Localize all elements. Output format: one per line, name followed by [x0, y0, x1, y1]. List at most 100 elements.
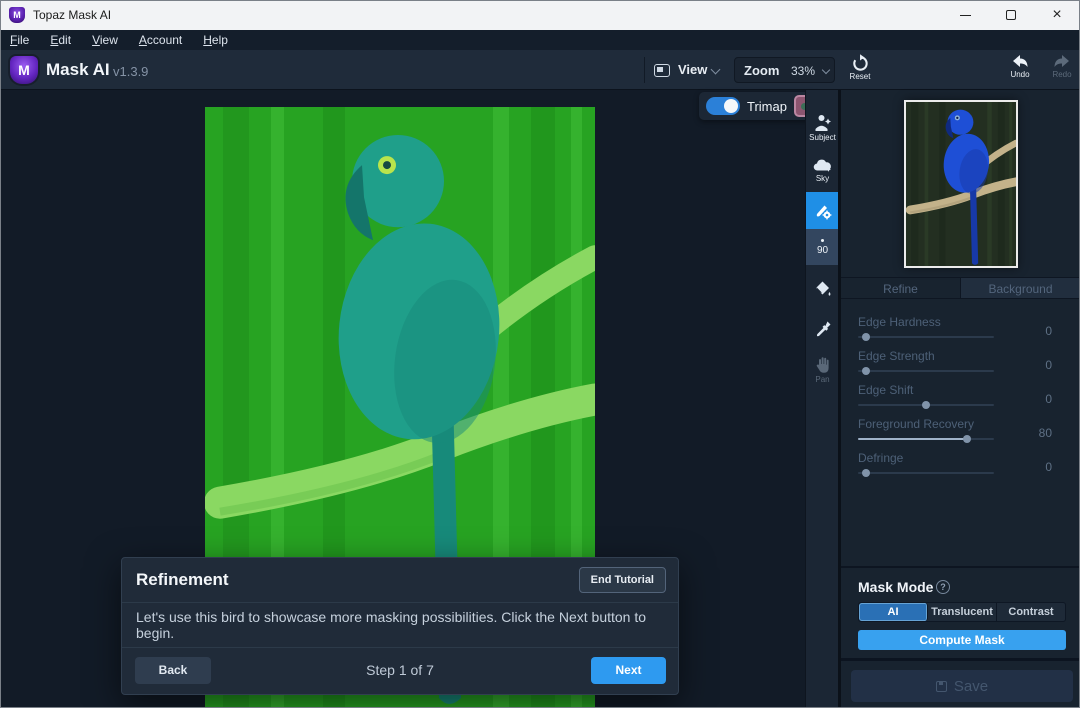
zoom-label: Zoom — [744, 63, 779, 78]
preview-thumbnail — [904, 100, 1018, 268]
sky-cloud-icon — [813, 158, 833, 173]
slider-edge-strength: Edge Strength 0 — [841, 349, 1080, 379]
menu-file[interactable]: File — [10, 33, 29, 47]
menu-edit[interactable]: Edit — [50, 33, 71, 47]
view-dropdown[interactable]: View — [678, 50, 707, 90]
reset-icon — [851, 54, 870, 73]
slider-fill — [858, 438, 967, 440]
mask-mode-translucent[interactable]: Translucent — [928, 603, 997, 621]
side-panel: Refine Background Edge Hardness 0 Edge S… — [838, 90, 1080, 708]
mask-mode-title: Mask Mode — [858, 579, 933, 595]
slider-value: 0 — [1045, 392, 1052, 406]
brush-settings-icon — [813, 201, 832, 220]
color-picker-tool-button[interactable] — [806, 312, 839, 346]
slider-knob[interactable] — [862, 469, 870, 477]
mask-mode-segmented-control: AI Translucent Contrast — [858, 602, 1066, 622]
mask-mode-ai[interactable]: AI — [859, 603, 928, 621]
trimap-label: Trimap — [747, 99, 787, 114]
undo-button[interactable]: Undo — [1002, 54, 1038, 88]
redo-button[interactable]: Redo — [1044, 54, 1080, 88]
undo-label: Undo — [1010, 70, 1029, 79]
trimap-toggle[interactable] — [706, 97, 740, 115]
fill-bucket-tool-button[interactable] — [806, 272, 839, 306]
view-mode-icon — [654, 64, 670, 77]
window-title: Topaz Mask AI — [33, 8, 111, 22]
tab-background[interactable]: Background — [960, 278, 1080, 298]
sky-tool-button[interactable]: Sky — [806, 152, 839, 188]
zoom-control[interactable]: Zoom 33% — [734, 57, 835, 83]
menu-view[interactable]: View — [92, 33, 118, 47]
slider-foreground-recovery: Foreground Recovery 80 — [841, 417, 1080, 447]
slider-value: 0 — [1045, 460, 1052, 474]
redo-label: Redo — [1052, 70, 1071, 79]
panel-tabs: Refine Background — [841, 277, 1080, 299]
chevron-down-icon — [822, 66, 830, 74]
tutorial-footer: Back Step 1 of 7 Next — [122, 648, 678, 694]
mask-mode-contrast[interactable]: Contrast — [997, 603, 1065, 621]
maximize-button[interactable] — [988, 0, 1034, 30]
reset-button[interactable]: Reset — [842, 54, 878, 88]
section-divider — [841, 658, 1080, 661]
slider-defringe: Defringe 0 — [841, 451, 1080, 481]
slider-knob[interactable] — [862, 367, 870, 375]
slider-track[interactable] — [858, 438, 994, 440]
trimap-control: Trimap — [699, 92, 819, 120]
help-icon[interactable]: ? — [936, 580, 950, 594]
slider-label: Edge Strength — [858, 349, 935, 363]
menu-account[interactable]: Account — [139, 33, 182, 47]
slider-track[interactable] — [858, 370, 994, 372]
slider-track[interactable] — [858, 336, 994, 338]
save-disk-icon — [936, 681, 947, 692]
close-button[interactable]: × — [1034, 0, 1080, 30]
paint-bucket-icon — [813, 280, 833, 299]
menubar: File Edit View Account Help — [0, 30, 1080, 50]
chevron-down-icon — [711, 65, 721, 75]
slider-value: 0 — [1045, 358, 1052, 372]
brush-size-dot-icon — [821, 239, 824, 242]
slider-knob[interactable] — [922, 401, 930, 409]
end-tutorial-button[interactable]: End Tutorial — [579, 567, 666, 593]
slider-value: 0 — [1045, 324, 1052, 338]
tab-refine[interactable]: Refine — [841, 278, 960, 298]
slider-knob[interactable] — [963, 435, 971, 443]
maskai-logo-icon: M — [10, 56, 38, 84]
pan-tool-button[interactable]: Pan — [806, 348, 839, 392]
tool-strip: Subject Sky 90 — [805, 90, 838, 708]
titlebar: M Topaz Mask AI × — [0, 0, 1080, 30]
sky-tool-label: Sky — [816, 174, 829, 183]
maximize-icon — [1006, 10, 1016, 20]
tutorial-body-text: Let's use this bird to showcase more mas… — [122, 603, 678, 648]
menu-help[interactable]: Help — [203, 33, 228, 47]
slider-label: Foreground Recovery — [858, 417, 974, 431]
slider-edge-shift: Edge Shift 0 — [841, 383, 1080, 413]
save-button[interactable]: Save — [851, 670, 1073, 702]
refine-brush-tool-button[interactable] — [806, 192, 839, 229]
slider-edge-hardness: Edge Hardness 0 — [841, 315, 1080, 345]
slider-label: Defringe — [858, 451, 903, 465]
brush-size-indicator[interactable]: 90 — [806, 229, 839, 265]
tutorial-header: Refinement End Tutorial — [122, 558, 678, 603]
window-controls: × — [942, 0, 1080, 30]
subject-tool-label: Subject — [809, 133, 836, 142]
header-separator — [644, 57, 645, 83]
subject-tool-button[interactable]: Subject — [806, 106, 839, 148]
app-name: Mask AI — [46, 60, 110, 80]
brush-size-value: 90 — [817, 245, 828, 256]
slider-knob[interactable] — [862, 333, 870, 341]
slider-label: Edge Hardness — [858, 315, 941, 329]
slider-value: 80 — [1039, 426, 1052, 440]
app-version: v1.3.9 — [113, 64, 148, 79]
slider-track[interactable] — [858, 472, 994, 474]
minimize-button[interactable] — [942, 0, 988, 30]
zoom-value: 33% — [791, 64, 815, 78]
minimize-icon — [960, 15, 971, 16]
topaz-logo-icon: M — [9, 7, 25, 23]
slider-label: Edge Shift — [858, 383, 913, 397]
tutorial-dialog: Refinement End Tutorial Let's use this b… — [121, 557, 679, 695]
slider-track[interactable] — [858, 404, 994, 406]
tutorial-title: Refinement — [136, 570, 229, 590]
save-label: Save — [954, 678, 988, 695]
eyedropper-icon — [814, 320, 832, 338]
compute-mask-button[interactable]: Compute Mask — [858, 630, 1066, 650]
next-button[interactable]: Next — [591, 657, 666, 684]
